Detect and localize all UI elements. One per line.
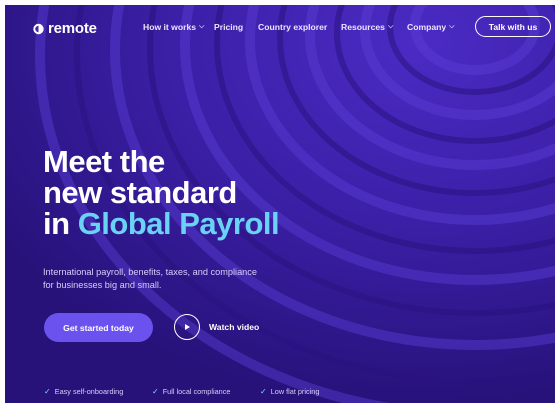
hero-heading-line-3: in Global Payroll [43,206,280,241]
hero-heading-line-2: new standard [43,175,237,210]
hero-subtitle: International payroll, benefits, taxes, … [43,266,323,292]
check-icon: ✓ [44,387,51,396]
hero-section: remote How it works ⌵ Pricing Country ex… [5,5,555,403]
talk-with-us-button[interactable]: Talk with us [475,16,551,37]
nav-country-explorer-label: Country explorer [258,22,328,32]
hero-heading: Meet the new standard in Global Payroll [43,144,280,241]
check-icon: ✓ [260,387,267,396]
nav-how-it-works-label: How it works [143,22,197,32]
feature-label: Full local compliance [162,387,231,396]
feature-item: ✓ Low flat pricing [260,387,319,396]
nav-pricing[interactable]: Pricing [214,22,243,32]
feature-label: Low flat pricing [270,387,320,396]
nav-resources[interactable]: Resources ⌵ [341,22,393,32]
logo[interactable]: remote [33,20,97,37]
chevron-down-icon: ⌵ [449,23,455,30]
hero-subtitle-line-1: International payroll, benefits, taxes, … [43,267,257,277]
hero-heading-prefix: in [43,206,70,241]
nav-how-it-works[interactable]: How it works ⌵ [143,22,204,32]
play-video-button[interactable] [174,314,200,340]
feature-item: ✓ Easy self-onboarding [44,387,123,396]
chevron-down-icon: ⌵ [199,23,205,30]
remote-logo-icon [33,23,44,34]
watch-video-link[interactable]: Watch video [209,322,259,332]
play-icon [185,324,190,330]
hero-heading-line-1: Meet the [43,144,165,179]
nav-pricing-label: Pricing [214,22,244,32]
nav-company[interactable]: Company ⌵ [407,22,454,32]
hero-heading-accent: Global Payroll [77,206,280,241]
top-navigation: remote How it works ⌵ Pricing Country ex… [5,5,555,49]
check-icon: ✓ [152,387,159,396]
nav-company-label: Company [407,22,447,32]
get-started-button[interactable]: Get started today [44,313,153,342]
feature-item: ✓ Full local compliance [152,387,230,396]
hero-subtitle-line-2: for businesses big and small. [43,280,162,290]
feature-label: Easy self-onboarding [54,387,124,396]
nav-country-explorer[interactable]: Country explorer [258,22,327,32]
nav-resources-label: Resources [341,22,385,32]
chevron-down-icon: ⌵ [387,23,394,30]
logo-text: remote [48,20,97,37]
